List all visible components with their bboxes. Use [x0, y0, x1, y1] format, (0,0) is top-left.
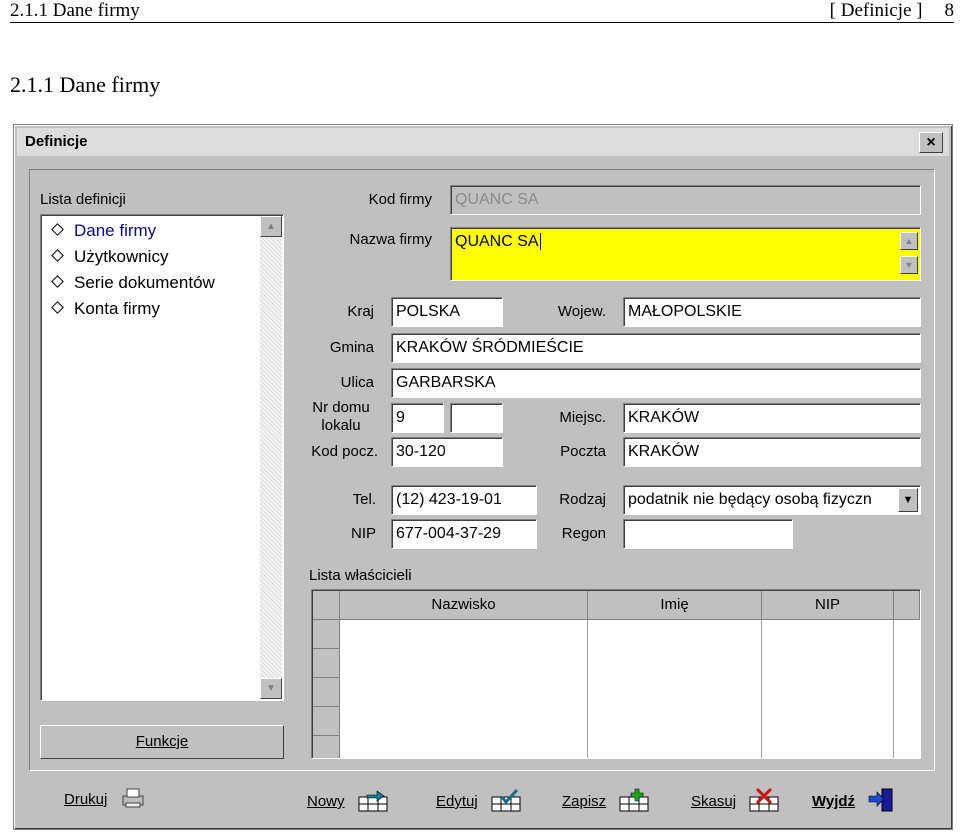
- document-header: 2.1.1 Dane firmy [ Definicje ] 8: [10, 0, 954, 23]
- definitions-list[interactable]: Dane firmy Użytkownicy Serie dokumentów …: [40, 214, 284, 701]
- save-record-icon: [618, 787, 652, 817]
- scroll-up-icon[interactable]: ▲: [260, 216, 282, 237]
- rodzaj-value: podatnik nie będący osobą fizyczn: [628, 491, 872, 508]
- row-header[interactable]: [313, 649, 340, 678]
- wojew-field[interactable]: MAŁOPOLSKIE: [623, 297, 921, 327]
- list-item-label: Serie dokumentów: [74, 273, 215, 292]
- kod-pocz-label: Kod pocz.: [311, 443, 378, 460]
- row-header[interactable]: [313, 707, 340, 736]
- nazwa-firmy-label: Nazwa firmy: [349, 231, 432, 248]
- nowy-button[interactable]: Nowy: [307, 787, 391, 815]
- window-titlebar: Definicje ×: [17, 128, 949, 156]
- edytuj-label: Edytuj: [436, 792, 478, 810]
- list-item-label: Dane firmy: [74, 221, 157, 240]
- edit-record-icon: [490, 787, 524, 817]
- skasuj-label: Skasuj: [691, 792, 737, 810]
- drukuj-button[interactable]: Drukuj: [64, 787, 146, 815]
- row-header[interactable]: [313, 620, 340, 649]
- column-divider: [761, 620, 762, 758]
- definitions-list-title: Lista definicji: [40, 191, 126, 208]
- regon-label: Regon: [561, 525, 606, 542]
- miejsc-label: Miejsc.: [559, 409, 606, 426]
- scroll-down-icon[interactable]: ▼: [260, 678, 282, 699]
- kod-pocz-field[interactable]: 30-120: [391, 437, 503, 467]
- list-item-uzytkownicy[interactable]: Użytkownicy: [51, 247, 169, 267]
- list-item-label: Konta firmy: [74, 299, 160, 318]
- list-item-label: Użytkownicy: [74, 247, 169, 266]
- list-item-serie-dokumentow[interactable]: Serie dokumentów: [51, 273, 215, 293]
- column-header-nazwisko[interactable]: Nazwisko: [340, 591, 588, 620]
- row-header[interactable]: [313, 736, 340, 758]
- gmina-field[interactable]: KRAKÓW ŚRÓDMIEŚCIE: [391, 333, 921, 363]
- column-divider: [587, 620, 588, 758]
- wyjdz-label: Wyjdź: [812, 792, 856, 810]
- regon-field[interactable]: [623, 519, 793, 549]
- rodzaj-label: Rodzaj: [559, 491, 606, 508]
- nr-domu-field[interactable]: 9: [391, 403, 444, 433]
- zapisz-label: Zapisz: [562, 792, 607, 810]
- column-header-imie[interactable]: Imię: [588, 591, 762, 620]
- poczta-label: Poczta: [560, 443, 606, 460]
- diamond-icon: [51, 223, 64, 236]
- wyjdz-button[interactable]: Wyjdź: [812, 787, 895, 815]
- nr-lokalu-field[interactable]: [450, 403, 503, 433]
- funkcje-label: Funkcje: [135, 733, 189, 750]
- tel-label: Tel.: [352, 491, 376, 508]
- wojew-label: Wojew.: [557, 303, 606, 320]
- kod-firmy-label: Kod firmy: [368, 191, 432, 208]
- section-heading: 2.1.1 Dane firmy: [10, 72, 161, 97]
- column-header-nip[interactable]: NIP: [762, 591, 894, 620]
- bottom-toolbar: Drukuj Nowy Edytuj Zapisz Skasuj Wyjdź: [14, 775, 952, 825]
- definicje-window: Definicje × Lista definicji Dane firmy U…: [13, 124, 953, 830]
- owners-list-title: Lista właścicieli: [309, 567, 412, 584]
- nip-label: NIP: [350, 525, 376, 542]
- column-divider: [893, 620, 894, 758]
- row-header[interactable]: [313, 678, 340, 707]
- scroll-up-icon[interactable]: ▲: [900, 232, 918, 250]
- ulica-label: Ulica: [340, 374, 374, 391]
- owners-grid[interactable]: Nazwisko Imię NIP: [311, 589, 921, 759]
- grid-corner: [313, 591, 340, 620]
- header-section-title: 2.1.1 Dane firmy: [10, 0, 140, 21]
- poczta-field[interactable]: KRAKÓW: [623, 437, 921, 467]
- header-page-number: 8: [944, 0, 955, 21]
- scroll-down-icon[interactable]: ▼: [900, 256, 918, 274]
- edytuj-button[interactable]: Edytuj: [436, 787, 524, 815]
- lokalu-label-line2: lokalu: [321, 417, 361, 434]
- kod-firmy-field: QUANC SA: [450, 185, 921, 215]
- skasuj-button[interactable]: Skasuj: [691, 787, 782, 815]
- rodzaj-select[interactable]: podatnik nie będący osobą fizyczn ▼: [623, 485, 921, 515]
- new-record-icon: [357, 787, 391, 817]
- nr-domu-label: Nr domu lokalu: [306, 399, 376, 435]
- dropdown-arrow-icon[interactable]: ▼: [898, 488, 918, 512]
- kraj-label: Kraj: [347, 303, 374, 320]
- close-button[interactable]: ×: [919, 132, 943, 153]
- nazwa-firmy-field[interactable]: QUANC SA ▲ ▼: [450, 227, 921, 281]
- ulica-field[interactable]: GARBARSKA: [391, 368, 921, 398]
- drukuj-label: Drukuj: [64, 790, 108, 808]
- tel-field[interactable]: (12) 423-19-01: [391, 485, 537, 515]
- nazwa-firmy-value: QUANC SA: [455, 233, 539, 250]
- diamond-icon: [51, 301, 64, 314]
- nr-domu-label-line1: Nr domu: [312, 399, 370, 416]
- printer-icon: [120, 787, 146, 813]
- delete-record-icon: [748, 787, 782, 817]
- zapisz-button[interactable]: Zapisz: [562, 787, 652, 815]
- kraj-field[interactable]: POLSKA: [391, 297, 503, 327]
- nip-field[interactable]: 677-004-37-29: [391, 519, 537, 549]
- header-chapter-label: [ Definicje ]: [829, 0, 923, 21]
- window-title: Definicje: [25, 133, 88, 150]
- diamond-icon: [51, 275, 64, 288]
- exit-door-icon: [867, 787, 895, 817]
- nowy-label: Nowy: [307, 792, 345, 810]
- grid-header-spacer: [894, 591, 920, 620]
- funkcje-button[interactable]: Funkcje: [40, 725, 284, 759]
- miejsc-field[interactable]: KRAKÓW: [623, 403, 921, 433]
- diamond-icon: [51, 249, 64, 262]
- list-item-dane-firmy[interactable]: Dane firmy: [51, 221, 157, 241]
- list-scrollbar[interactable]: ▲ ▼: [260, 216, 282, 699]
- list-item-konta-firmy[interactable]: Konta firmy: [51, 299, 160, 319]
- header-chapter: [ Definicje ] 8: [830, 0, 954, 22]
- gmina-label: Gmina: [329, 339, 374, 356]
